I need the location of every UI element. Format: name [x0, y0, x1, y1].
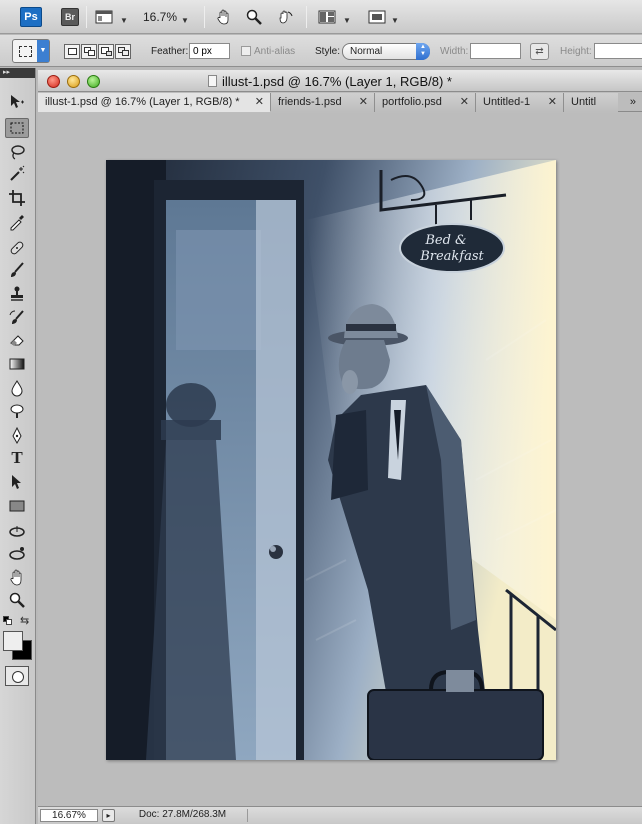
- path-selection-tool-icon[interactable]: [5, 472, 29, 492]
- document-window: illust-1.psd @ 16.7% (Layer 1, RGB/8) * …: [38, 70, 642, 824]
- height-label: Height:: [560, 46, 592, 57]
- intersect-selection-button[interactable]: [115, 44, 131, 59]
- rectangle-shape-tool-icon[interactable]: [5, 496, 29, 516]
- healing-brush-tool-icon[interactable]: [5, 238, 29, 258]
- width-input[interactable]: [470, 43, 521, 59]
- chevron-down-icon[interactable]: ▼: [343, 13, 351, 29]
- tab-friends-1[interactable]: friends-1.psd ✕: [271, 93, 375, 112]
- tab-portfolio[interactable]: portfolio.psd ✕: [375, 93, 476, 112]
- close-icon[interactable]: ✕: [460, 93, 469, 111]
- 3d-orbit-tool-icon[interactable]: [5, 544, 29, 564]
- stepper-arrows-icon: ▲ ▼: [416, 43, 430, 60]
- tab-untitled-2[interactable]: Untitl: [564, 93, 618, 112]
- status-zoom-field[interactable]: 16.67%: [40, 809, 98, 822]
- status-menu-icon[interactable]: ▸: [102, 809, 115, 822]
- width-label: Width:: [440, 46, 469, 57]
- document-size-info: Doc: 27.8M/268.3M: [118, 809, 248, 822]
- tab-label: Untitl: [571, 96, 597, 108]
- panel-collapse-handle[interactable]: ▸▸: [0, 68, 35, 78]
- artwork-canvas[interactable]: Bed & Breakfast: [106, 160, 556, 760]
- add-to-selection-button[interactable]: [81, 44, 97, 59]
- height-input[interactable]: [594, 43, 642, 59]
- tab-label: portfolio.psd: [382, 96, 442, 108]
- eraser-tool-icon[interactable]: [5, 330, 29, 350]
- chevron-down-icon[interactable]: ▼: [391, 13, 399, 29]
- style-select[interactable]: Normal ▲ ▼: [342, 43, 430, 60]
- rectangular-marquee-tool-icon[interactable]: [5, 118, 29, 138]
- document-icon: [208, 75, 217, 87]
- move-tool-icon[interactable]: [5, 92, 29, 112]
- photoshop-logo: Ps: [20, 7, 42, 27]
- tools-panel: ▸▸ T ⇆: [0, 68, 36, 824]
- gradient-tool-icon[interactable]: [5, 354, 29, 374]
- 3d-rotate-tool-icon[interactable]: [5, 522, 29, 542]
- quick-mask-button[interactable]: [5, 666, 29, 686]
- anti-alias-label: Anti-alias: [254, 46, 296, 57]
- clone-stamp-tool-icon[interactable]: [5, 284, 29, 304]
- tool-options-bar: ▼ Feather: Anti-alias Style: Normal ▲▼ W…: [0, 35, 642, 67]
- hand-tool-icon[interactable]: [5, 568, 29, 588]
- zoom-window-button[interactable]: [87, 75, 100, 88]
- history-brush-tool-icon[interactable]: [5, 308, 29, 328]
- status-bar: 16.67% ▸ Doc: 27.8M/268.3M: [38, 806, 642, 824]
- divider: [86, 6, 87, 28]
- style-select-value: Normal: [350, 46, 383, 57]
- blur-tool-icon[interactable]: [5, 378, 29, 398]
- feather-input[interactable]: [189, 43, 230, 59]
- anti-alias-checkbox[interactable]: [241, 46, 251, 56]
- dodge-tool-icon[interactable]: [5, 400, 29, 420]
- magic-wand-tool-icon[interactable]: [5, 164, 29, 184]
- application-bar: Ps Br ▼ 16.7% ▼ ▼ ▼: [0, 0, 642, 34]
- feather-label: Feather:: [151, 46, 189, 57]
- swap-colors-icon[interactable]: ⇆: [20, 614, 29, 627]
- tab-label: Untitled-1: [483, 96, 531, 108]
- tab-illust-1[interactable]: illust-1.psd @ 16.7% (Layer 1, RGB/8) * …: [38, 93, 271, 112]
- sign-text-line1: Bed &: [424, 233, 466, 248]
- new-selection-button[interactable]: [64, 44, 80, 59]
- screen-mode-full-icon[interactable]: [368, 9, 386, 25]
- sign-text-line2: Breakfast: [419, 249, 484, 264]
- zoom-tool-icon[interactable]: [5, 590, 29, 610]
- default-colors-icon[interactable]: [3, 616, 12, 625]
- tab-untitled-1[interactable]: Untitled-1 ✕: [476, 93, 564, 112]
- subtract-from-selection-button[interactable]: [98, 44, 114, 59]
- arrange-documents-icon[interactable]: [318, 9, 336, 25]
- close-icon[interactable]: ✕: [359, 93, 368, 111]
- hand-tool-icon[interactable]: [216, 9, 232, 25]
- crop-tool-icon[interactable]: [5, 188, 29, 208]
- document-title: illust-1.psd @ 16.7% (Layer 1, RGB/8) *: [222, 74, 452, 89]
- document-titlebar[interactable]: illust-1.psd @ 16.7% (Layer 1, RGB/8) *: [38, 70, 642, 92]
- eyedropper-tool-icon[interactable]: [5, 212, 29, 232]
- rectangular-marquee-icon: [19, 46, 32, 57]
- chevron-down-icon[interactable]: ▼: [120, 13, 128, 29]
- type-tool-icon[interactable]: T: [5, 448, 29, 468]
- rotate-view-icon[interactable]: [276, 9, 294, 25]
- lasso-tool-icon[interactable]: [5, 142, 29, 162]
- chevron-down-icon[interactable]: ▼: [181, 13, 189, 29]
- foreground-color-swatch[interactable]: [3, 631, 23, 651]
- swap-width-height-button[interactable]: ⇄: [530, 43, 549, 60]
- zoom-tool-icon[interactable]: [246, 9, 262, 25]
- close-icon[interactable]: ✕: [255, 93, 264, 111]
- canvas-area[interactable]: Bed & Breakfast: [38, 113, 642, 806]
- close-window-button[interactable]: [47, 75, 60, 88]
- style-label: Style:: [315, 46, 341, 57]
- document-tabs: illust-1.psd @ 16.7% (Layer 1, RGB/8) * …: [38, 93, 642, 112]
- minimize-window-button[interactable]: [67, 75, 80, 88]
- tab-label: friends-1.psd: [278, 96, 342, 108]
- zoom-level-readout[interactable]: 16.7%: [143, 10, 177, 24]
- screen-mode-icon[interactable]: [95, 9, 113, 25]
- brush-tool-icon[interactable]: [5, 260, 29, 280]
- bridge-launch-button[interactable]: Br: [61, 8, 79, 26]
- divider: [306, 6, 307, 28]
- tool-preset-picker[interactable]: ▼: [12, 39, 50, 63]
- illustration-image: Bed & Breakfast: [106, 160, 556, 760]
- pen-tool-icon[interactable]: [5, 426, 29, 446]
- chevron-down-icon: ▼: [37, 40, 49, 62]
- tab-label: illust-1.psd @ 16.7% (Layer 1, RGB/8) *: [45, 96, 240, 108]
- close-icon[interactable]: ✕: [548, 93, 557, 111]
- divider: [204, 6, 205, 28]
- tab-overflow-button[interactable]: »: [630, 93, 636, 112]
